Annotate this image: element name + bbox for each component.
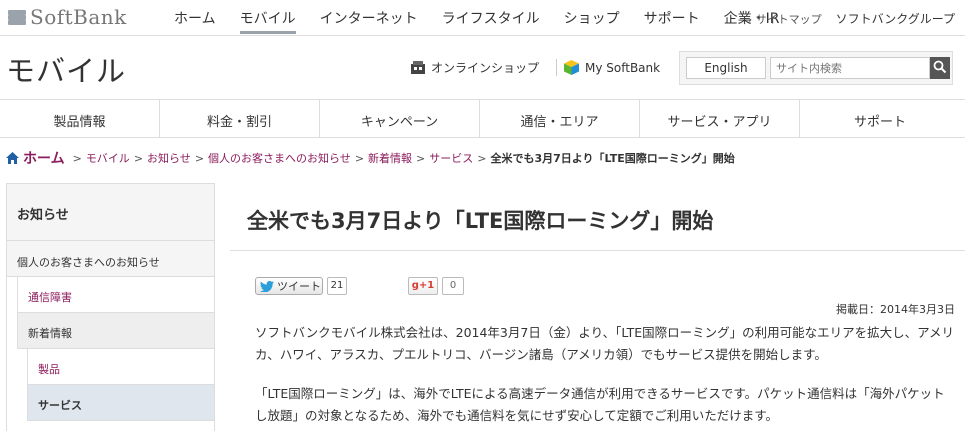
- section-header: モバイル オンラインショップ My SoftBank English: [0, 36, 965, 100]
- brand-name: SoftBank: [30, 5, 127, 29]
- gnav-campaign[interactable]: キャンペーン: [320, 100, 480, 137]
- twitter-bird-icon: [260, 280, 274, 292]
- home-icon: [6, 152, 19, 164]
- softbank-logo-icon: [8, 9, 26, 25]
- breadcrumb-mobile[interactable]: モバイル: [86, 150, 130, 166]
- breadcrumb-separator: >: [477, 151, 487, 165]
- mysoftbank-label: My SoftBank: [585, 60, 661, 75]
- top-nav-mobile[interactable]: モバイル: [239, 0, 296, 34]
- section-title: モバイル: [6, 54, 127, 88]
- breadcrumb-news[interactable]: お知らせ: [147, 150, 191, 166]
- breadcrumb-current: 全米でも3月7日より「LTE国際ローミング」開始: [490, 152, 735, 165]
- search-area: English: [679, 51, 953, 85]
- top-bar: SoftBank ホーム モバイル インターネット ライフスタイル ショップ サ…: [0, 0, 965, 36]
- breadcrumb: ホーム > モバイル > お知らせ > 個人のお客さまへのお知らせ > 新着情報…: [6, 148, 735, 168]
- article-paragraph: 「LTE国際ローミング」は、海外でLTEによる高速データ通信が利用できるサービス…: [255, 386, 945, 423]
- search-icon: [933, 60, 947, 73]
- breadcrumb-home[interactable]: ホーム: [23, 148, 65, 168]
- breadcrumb-separator: >: [354, 151, 365, 165]
- breadcrumb-service[interactable]: サービス: [429, 150, 473, 166]
- gnav-products[interactable]: 製品情報: [0, 100, 160, 137]
- article-title: 全米でも3月7日より「LTE国際ローミング」開始: [247, 209, 714, 233]
- gnav-services-apps[interactable]: サービス・アプリ: [640, 100, 800, 137]
- side-nav-heading[interactable]: お知らせ: [7, 184, 214, 241]
- title-divider: [230, 250, 965, 251]
- side-nav-products[interactable]: 製品: [27, 349, 214, 385]
- gnav-network-area[interactable]: 通信・エリア: [480, 100, 640, 137]
- gplus-button[interactable]: g+1: [408, 277, 438, 295]
- search-button[interactable]: [930, 57, 950, 79]
- english-button[interactable]: English: [686, 57, 766, 79]
- side-nav: お知らせ 個人のお客さまへのお知らせ 通信障害 新着情報 製品 サービス: [6, 183, 215, 431]
- utility-links: › サイトマップ ソフトバンクグループ: [748, 10, 955, 27]
- top-nav-home[interactable]: ホーム: [174, 0, 216, 34]
- tweet-count: 21: [327, 277, 347, 295]
- softbank-logo[interactable]: SoftBank: [8, 4, 127, 30]
- top-nav-lifestyle[interactable]: ライフスタイル: [442, 0, 540, 34]
- side-nav-level3: 製品 サービス: [27, 349, 214, 421]
- top-nav: ホーム モバイル インターネット ライフスタイル ショップ サポート 企業・IR: [174, 0, 803, 36]
- breadcrumb-separator: >: [72, 151, 82, 165]
- cube-icon: [564, 60, 579, 75]
- gplus-count: 0: [442, 277, 464, 295]
- online-shop-link[interactable]: オンラインショップ: [410, 59, 539, 76]
- shop-icon: [411, 61, 425, 74]
- article-paragraph: ソフトバンクモバイル株式会社は、2014年3月7日（金）より、「LTE国際ローミ…: [255, 325, 954, 362]
- top-nav-support[interactable]: サポート: [644, 0, 700, 34]
- breadcrumb-latest[interactable]: 新着情報: [368, 150, 412, 166]
- breadcrumb-separator: >: [133, 151, 144, 165]
- breadcrumb-separator: >: [416, 151, 426, 165]
- gnav-support[interactable]: サポート: [800, 100, 960, 137]
- breadcrumb-personal-news[interactable]: 個人のお客さまへのお知らせ: [208, 150, 351, 166]
- tweet-button[interactable]: ツイート: [255, 277, 323, 295]
- side-nav-service-selected[interactable]: サービス: [27, 385, 214, 421]
- sitemap-link[interactable]: › サイトマップ: [748, 11, 822, 27]
- global-nav: 製品情報 料金・割引 キャンペーン 通信・エリア サービス・アプリ サポート: [0, 100, 965, 138]
- top-nav-internet[interactable]: インターネット: [320, 0, 418, 34]
- group-link[interactable]: ソフトバンクグループ: [836, 10, 955, 27]
- breadcrumb-separator: >: [194, 151, 205, 165]
- mysoftbank-link[interactable]: My SoftBank: [556, 59, 660, 76]
- gnav-pricing[interactable]: 料金・割引: [160, 100, 320, 137]
- posted-date: 掲載日：2014年3月3日: [836, 303, 955, 316]
- search-input[interactable]: [770, 57, 930, 79]
- side-nav-level2: 通信障害 新着情報 製品 サービス: [17, 277, 214, 421]
- tweet-label: ツイート: [277, 280, 321, 293]
- online-shop-label: オンラインショップ: [431, 61, 540, 75]
- side-nav-latest[interactable]: 新着情報: [17, 313, 214, 349]
- top-nav-shop[interactable]: ショップ: [564, 0, 620, 34]
- side-nav-personal-news[interactable]: 個人のお客さまへのお知らせ: [7, 241, 214, 277]
- side-nav-outage[interactable]: 通信障害: [17, 277, 214, 313]
